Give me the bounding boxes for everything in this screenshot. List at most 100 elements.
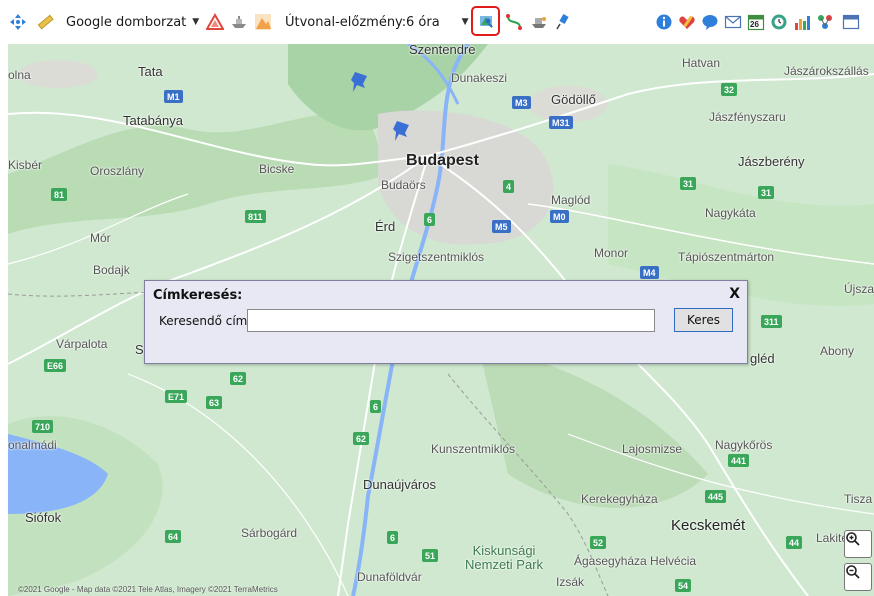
road-shield-se66: E66 [44,359,67,372]
road-shield-s445: 445 [705,490,727,503]
search-address-label: Keresendő cím: [159,314,252,328]
place-label-jaszfenyszaru: Jászfényszaru [709,110,786,124]
move-icon[interactable] [9,13,27,31]
ruler-icon[interactable] [36,13,54,31]
map-copyright: ©2021 Google - Map data ©2021 Tele Atlas… [18,585,278,594]
place-label-budaors: Budaörs [381,178,426,192]
zoom-in-icon [846,532,860,546]
calendar-icon[interactable]: 26 [747,13,765,31]
road-shield-s81: 81 [51,188,68,201]
road-shield-se71: E71 [165,390,188,403]
road-shield-sm3: M3 [512,96,531,109]
place-label-lajosmizse: Lajosmizse [622,442,683,456]
vehicle-icon[interactable] [530,13,548,31]
bar-chart-icon[interactable] [793,13,811,31]
place-label-budapest: Budapest [406,152,479,169]
road-shield-s6c: 6 [387,531,399,544]
clock-icon[interactable] [770,13,788,31]
road-shield-sm5: M5 [492,220,511,233]
place-label-olna: olna [8,68,31,82]
place-label-abony: Abony [820,344,855,358]
place-label-jaszarokszallas: Jászárokszállás [784,64,869,78]
zoom-out-button[interactable] [844,563,872,591]
place-label-dunaujvaros: Dunaújváros [363,477,436,492]
place-label-agasegyhaza: Ágasegyháza Helvécia [574,554,697,568]
search-place-icon[interactable] [477,13,495,31]
road-shield-s6b: 6 [370,400,382,413]
label-search-dialog: Címkeresés: X Keresendő cím: Keres [144,280,748,364]
road-shield-s6a: 6 [424,213,436,226]
place-label-tisza: Tisza [844,492,873,506]
road-shield-s4: 4 [503,180,515,193]
envelope-icon[interactable] [724,13,742,31]
zoom-out-icon [846,565,860,579]
info-icon[interactable] [655,13,673,31]
window-icon[interactable] [842,13,860,31]
road-shield-sm0: M0 [550,210,569,223]
route-history-value: 6 óra [406,14,440,30]
heart-icon[interactable] [678,13,696,31]
road-shield-sm4: M4 [640,266,659,279]
zoom-in-button[interactable] [844,530,872,558]
place-label-sarbogard: Sárbogárd [241,526,298,540]
road-shield-s311: 311 [761,315,782,328]
place-label-kiskunsagi: Kiskunsági Nemzeti Park [465,543,544,572]
place-label-kisber: Kisbér [8,158,43,172]
chevron-down-icon: ▼ [192,17,200,27]
place-label-mor: Mór [90,231,111,245]
road-shield-s31b: 31 [758,186,775,199]
place-label-nagykata: Nagykáta [705,206,756,220]
place-label-szigetszentmiklos: Szigetszentmiklós [388,250,485,264]
road-shield-s32: 32 [721,83,738,96]
road-shield-sm1: M1 [164,90,183,103]
mountain-icon[interactable] [254,13,272,31]
road-shield-s51: 51 [422,549,439,562]
place-label-erd: Érd [375,219,396,234]
calendar-day: 26 [750,20,759,29]
route-history-select[interactable]: 6 óra ▼ [406,12,469,32]
place-label-dunakeszi: Dunakeszi [451,71,508,85]
road-shield-s31a: 31 [680,177,697,190]
road-shield-s52: 52 [590,536,607,549]
place-label-maglod: Maglód [551,193,591,207]
ship-icon[interactable] [230,13,248,31]
place-label-tapioszentmarton: Tápiószentmárton [678,250,775,264]
map-type-value: Google domborzat [66,14,187,30]
place-label-tata: Tata [138,64,163,79]
road-shield-s64: 64 [165,530,182,543]
place-label-balatonalmadi: onalmádi [8,438,57,452]
place-label-ujsza: Újsza [844,282,874,296]
place-label-cegled: gléd [750,351,775,366]
tree-icon[interactable] [816,13,834,31]
toolbar: Google domborzat ▼ Útvonal-előzmény: 6 ó… [0,0,874,44]
route-history: Útvonal-előzmény: [285,12,406,32]
road-shield-s441: 441 [728,454,750,467]
place-label-nagykoros: Nagykőrös [715,438,773,452]
dialog-title: Címkeresés: [153,288,243,303]
close-button[interactable]: X [729,286,740,302]
place-label-izsak: Izsák [556,575,585,589]
place-label-kunszentmiklos: Kunszentmiklós [431,442,516,456]
road-shield-s44: 44 [786,536,803,549]
place-label-godollo: Gödöllő [551,92,596,107]
triangle-warning-icon[interactable] [206,13,224,31]
pin-icon[interactable] [554,13,572,31]
place-label-oroszlany: Oroszlány [90,164,145,178]
place-label-kecskemet: Kecskemét [671,517,746,534]
road-shield-s811: 811 [245,210,266,223]
place-label-dunafoldvar: Dunaföldvár [357,570,422,584]
place-label-monor: Monor [594,246,629,260]
place-label-jaszbereny: Jászberény [738,154,805,169]
road-shield-s62a: 62 [230,372,247,385]
route-history-label: Útvonal-előzmény: [285,14,407,30]
place-label-varpalota: Várpalota [56,337,108,351]
place-label-tatabanya: Tatabánya [123,113,183,128]
place-label-s_frag: S [135,342,144,357]
speech-bubble-icon[interactable] [701,13,719,31]
search-button[interactable]: Keres [674,308,733,332]
map-type-select[interactable]: Google domborzat ▼ [66,12,199,32]
place-label-hatvan: Hatvan [682,56,721,70]
route-icon[interactable] [505,13,523,31]
search-address-input[interactable] [247,309,655,332]
road-shield-s710: 710 [32,420,54,433]
